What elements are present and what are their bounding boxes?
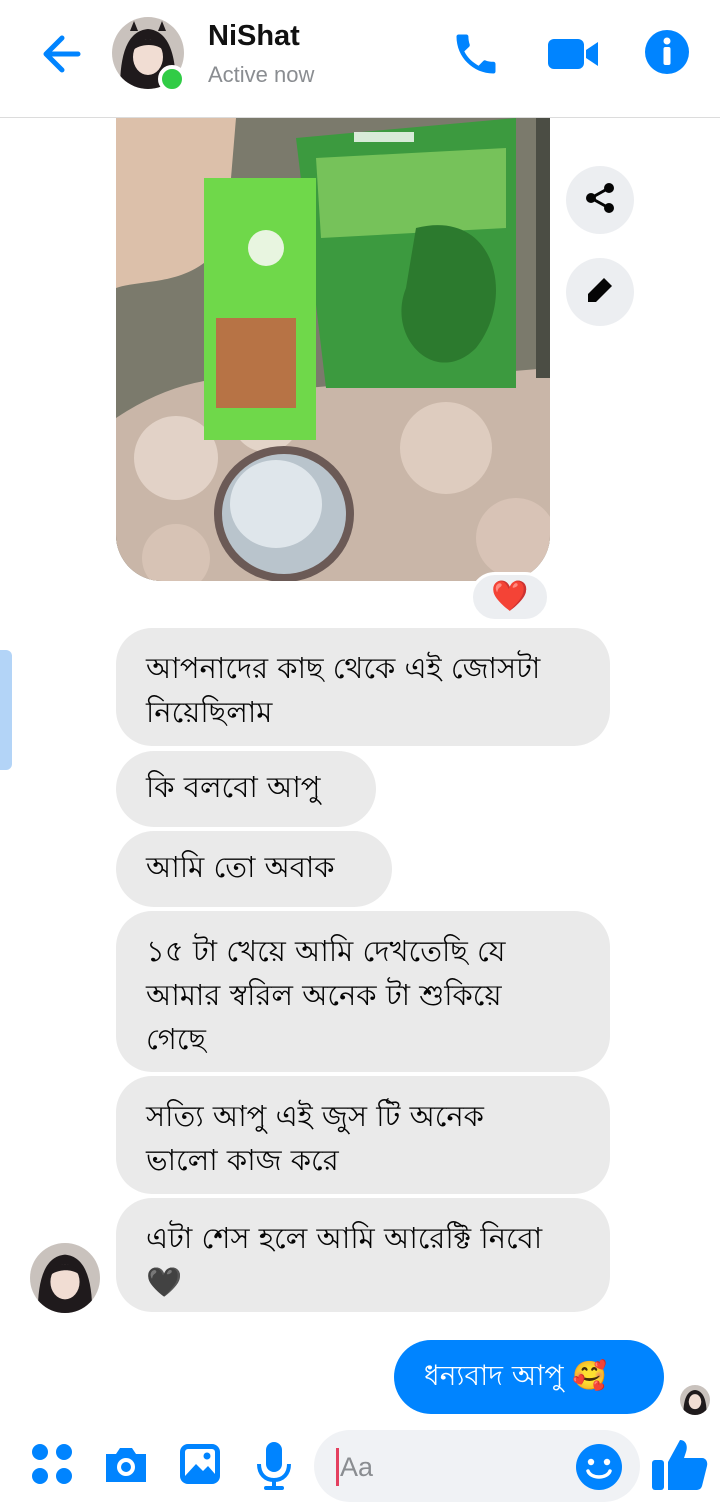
phone-icon[interactable]: [450, 28, 502, 80]
emoji-icon[interactable]: [574, 1442, 624, 1492]
incoming-message[interactable]: ১৫ টা খেয়ে আমি দেখতেছি যে আমার স্বরিল অ…: [116, 911, 610, 1072]
heart-reaction[interactable]: ❤️: [470, 572, 550, 622]
share-button[interactable]: [566, 166, 634, 234]
outgoing-message[interactable]: ধন্যবাদ আপু 🥰: [394, 1340, 664, 1414]
incoming-message[interactable]: সত্যি আপু এই জুস টি অনেক ভালো কাজ করে: [116, 1076, 610, 1194]
contact-name[interactable]: NiShat: [208, 20, 300, 53]
message-input-placeholder: Aa: [340, 1452, 374, 1482]
online-indicator: [158, 65, 186, 93]
pencil-icon: [584, 274, 616, 310]
active-status: Active now: [208, 62, 315, 87]
thumbs-up-icon[interactable]: [650, 1434, 710, 1494]
chat-header: NiShat Active now: [0, 0, 720, 118]
share-icon: [582, 180, 618, 220]
incoming-message[interactable]: এটা শেস হলে আমি আরেক্টি নিবো 🖤: [116, 1198, 610, 1312]
scroll-indicator[interactable]: [0, 650, 12, 770]
incoming-message[interactable]: আপনাদের কাছ থেকে এই জোসটা নিয়েছিলাম: [116, 628, 610, 746]
edit-button[interactable]: [566, 258, 634, 326]
sender-avatar[interactable]: [30, 1243, 100, 1313]
microphone-icon[interactable]: [250, 1440, 300, 1490]
apps-icon[interactable]: [28, 1440, 78, 1490]
heart-icon: ❤️: [491, 579, 529, 614]
back-arrow-icon[interactable]: [38, 30, 86, 78]
incoming-message[interactable]: কি বলবো আপু: [116, 751, 376, 827]
incoming-message[interactable]: আমি তো অবাক: [116, 831, 392, 907]
camera-icon[interactable]: [102, 1440, 152, 1490]
text-caret: [336, 1448, 339, 1486]
seen-indicator-avatar: [680, 1385, 710, 1415]
info-icon[interactable]: [643, 28, 695, 80]
video-camera-icon[interactable]: [546, 28, 598, 80]
gallery-icon[interactable]: [176, 1440, 226, 1490]
photo-message[interactable]: [116, 118, 550, 581]
